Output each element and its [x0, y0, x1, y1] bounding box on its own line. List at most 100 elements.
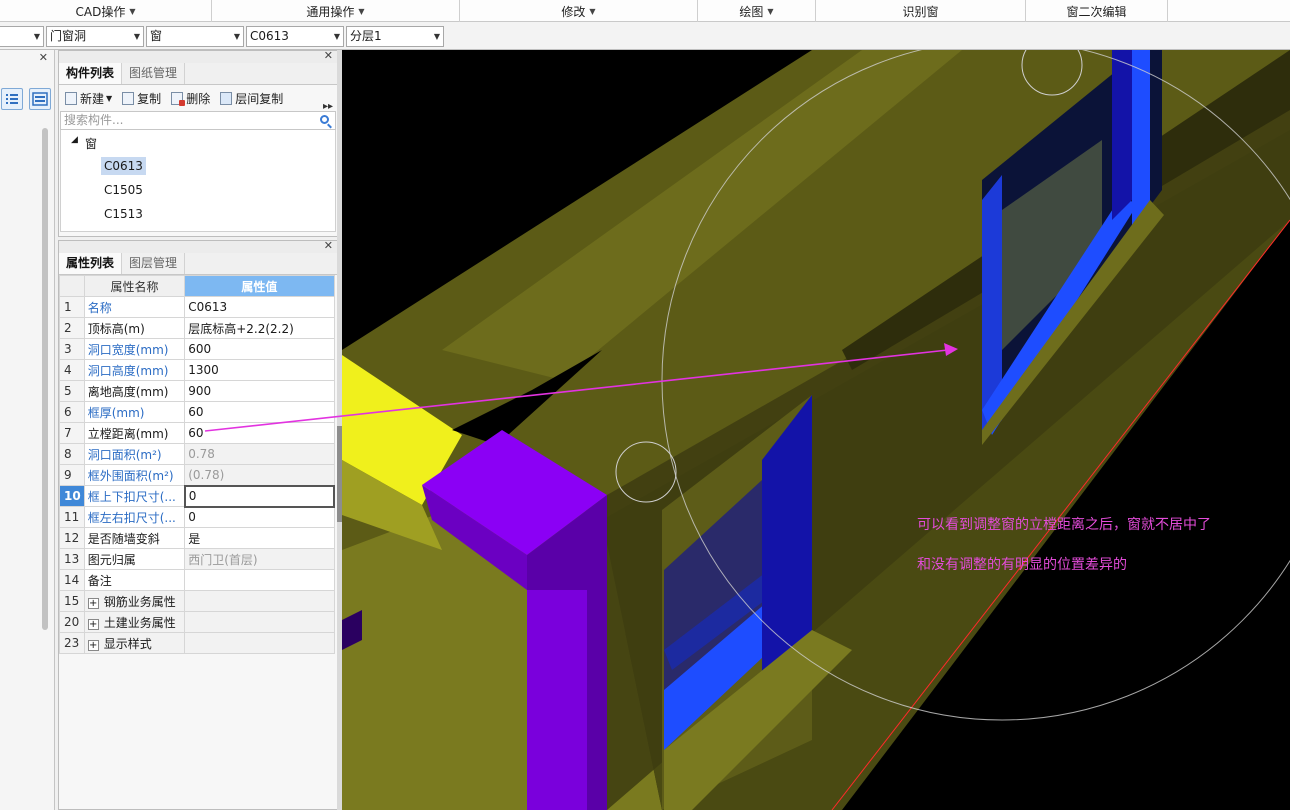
- property-group-value: [184, 632, 335, 654]
- property-row[interactable]: 3 洞口宽度(mm) 600: [59, 338, 335, 360]
- category-combo[interactable]: 门窗洞 ▼: [46, 26, 144, 47]
- layer-combo-value: 分层1: [350, 29, 382, 43]
- row-number-header: [59, 275, 85, 297]
- collapse-icon[interactable]: ◢: [71, 135, 78, 145]
- property-value[interactable]: 1300: [184, 359, 335, 381]
- row-number: 12: [59, 527, 85, 549]
- property-value[interactable]: 是: [184, 527, 335, 549]
- property-row[interactable]: 6 框厚(mm) 60: [59, 401, 335, 423]
- tab-component-list[interactable]: 构件列表: [59, 63, 123, 84]
- row-number: 8: [59, 443, 85, 465]
- property-value[interactable]: 60: [184, 422, 335, 444]
- expand-icon[interactable]: +: [87, 639, 99, 651]
- expand-icon[interactable]: +: [87, 597, 99, 609]
- property-row[interactable]: 12 是否随墙变斜是: [59, 527, 335, 549]
- property-list-panel: ✕ 属性列表 图层管理 属性名称 属性值 1 名称 C0613 2 顶标高(m) 层底标高…: [58, 239, 338, 810]
- property-name: 是否随墙变斜: [83, 527, 186, 549]
- property-row[interactable]: 4 洞口高度(mm) 1300: [59, 359, 335, 381]
- property-row[interactable]: 11 框左右扣尺寸(... 0: [59, 506, 335, 528]
- floor-copy-button[interactable]: 层间复制: [220, 90, 283, 107]
- property-row[interactable]: 9 框外围面积(m²) (0.78): [59, 464, 335, 486]
- property-row[interactable]: 14 备注: [59, 569, 335, 591]
- detail-view-icon[interactable]: [29, 88, 51, 110]
- property-grid: 属性名称 属性值 1 名称 C0613 2 顶标高(m) 层底标高+2.2(2.2) 3 洞口…: [59, 275, 336, 654]
- search-icon[interactable]: [320, 115, 329, 124]
- chevron-down-icon: ▼: [133, 32, 140, 41]
- tree-item-c1513[interactable]: C1513: [104, 207, 143, 221]
- close-icon[interactable]: ✕: [324, 49, 333, 62]
- tab-drawing-management[interactable]: 图纸管理: [122, 63, 186, 84]
- ribbon-group-cad[interactable]: CAD操作 ▼: [0, 0, 212, 22]
- purple-column-front: [527, 590, 587, 810]
- property-value[interactable]: 600: [184, 338, 335, 360]
- 3d-viewport[interactable]: 可以看到调整窗的立樘距离之后，窗就不居中了 和没有调整的有明显的位置差异的: [342, 50, 1290, 810]
- list-view-icon[interactable]: [1, 88, 23, 110]
- 3d-model-view[interactable]: [342, 50, 1290, 810]
- scrollbar[interactable]: [42, 128, 48, 630]
- copy-button[interactable]: 复制: [122, 90, 161, 107]
- property-value[interactable]: [184, 569, 335, 591]
- category-combo-value: 门窗洞: [50, 29, 87, 43]
- property-row[interactable]: 7 立樘距离(mm) 60: [59, 422, 335, 444]
- property-group-row[interactable]: 23 + 显示样式: [59, 632, 335, 654]
- chevron-down-icon: ▼: [433, 32, 440, 41]
- tree-item-c1505[interactable]: C1505: [104, 183, 143, 197]
- property-row[interactable]: 2 顶标高(m) 层底标高+2.2(2.2): [59, 317, 335, 339]
- ribbon-group-draw[interactable]: 绘图 ▼: [698, 0, 816, 22]
- property-value[interactable]: C0613: [184, 296, 335, 318]
- layer-combo[interactable]: 分层1 ▼: [346, 26, 444, 47]
- property-value[interactable]: 0.78: [184, 443, 335, 465]
- tree-root-window[interactable]: 窗: [85, 135, 97, 152]
- property-group-row[interactable]: 15 + 钢筋业务属性: [59, 590, 335, 612]
- close-icon[interactable]: ✕: [324, 239, 333, 252]
- row-number: 4: [59, 359, 85, 381]
- property-value[interactable]: 900: [184, 380, 335, 402]
- component-combo[interactable]: C0613 ▼: [246, 26, 344, 47]
- new-button[interactable]: 新建 ▼: [65, 90, 112, 107]
- delete-button[interactable]: 删除: [171, 90, 210, 107]
- chevron-down-icon: ▼: [767, 6, 774, 16]
- property-group-name: 钢筋业务属性: [103, 594, 176, 609]
- property-name: 洞口面积(m²): [83, 443, 186, 465]
- ribbon-group-general[interactable]: 通用操作 ▼: [212, 0, 460, 22]
- copy-button-label: 复制: [137, 91, 162, 106]
- property-value[interactable]: (0.78): [184, 464, 335, 486]
- row-number: 14: [59, 569, 85, 591]
- component-search-input[interactable]: 搜索构件...: [60, 111, 336, 130]
- property-value[interactable]: 层底标高+2.2(2.2): [184, 317, 335, 339]
- property-row[interactable]: 10 框上下扣尺寸(... 0: [59, 484, 336, 508]
- property-group-value: [184, 611, 335, 633]
- close-icon[interactable]: ✕: [39, 51, 48, 64]
- property-group-row[interactable]: 20 + 土建业务属性: [59, 611, 335, 633]
- property-row[interactable]: 13 图元归属 西门卫(首层): [59, 548, 335, 570]
- tab-layer-management[interactable]: 图层管理: [122, 253, 186, 274]
- ribbon-group-general-label: 通用操作: [306, 4, 355, 19]
- tab-property-list[interactable]: 属性列表: [59, 253, 123, 274]
- property-rows: 1 名称 C0613 2 顶标高(m) 层底标高+2.2(2.2) 3 洞口宽度(mm) 600…: [59, 296, 336, 654]
- component-combo-value: C0613: [250, 29, 289, 43]
- ribbon-group-modify[interactable]: 修改 ▼: [460, 0, 698, 22]
- property-row[interactable]: 1 名称 C0613: [59, 296, 335, 318]
- ribbon-group-identify-window[interactable]: 识别窗: [816, 0, 1026, 22]
- tree-item-c0613[interactable]: C0613: [101, 157, 146, 175]
- property-group-value: [184, 590, 335, 612]
- floor-combo[interactable]: ▼: [0, 26, 44, 47]
- type-combo[interactable]: 窗 ▼: [146, 26, 244, 47]
- property-row[interactable]: 8 洞口面积(m²) 0.78: [59, 443, 335, 465]
- upper-window-jamb: [1112, 50, 1132, 220]
- row-number: 6: [59, 401, 85, 423]
- component-tree: ◢ 窗 C0613 C1505 C1513: [60, 130, 336, 232]
- property-value[interactable]: 0: [183, 484, 336, 508]
- ribbon-group-window-edit[interactable]: 窗二次编辑: [1026, 0, 1168, 22]
- property-name-header: 属性名称: [83, 275, 186, 297]
- property-value[interactable]: 60: [184, 401, 335, 423]
- row-number: 2: [59, 317, 85, 339]
- new-document-icon: [65, 91, 77, 105]
- row-number: 10: [59, 485, 85, 507]
- property-value[interactable]: 0: [184, 506, 335, 528]
- expand-icon[interactable]: +: [87, 618, 99, 630]
- property-row[interactable]: 5 离地高度(mm) 900: [59, 380, 335, 402]
- property-value[interactable]: 西门卫(首层): [184, 548, 335, 570]
- copy-icon: [122, 91, 135, 105]
- property-name: 立樘距离(mm): [83, 422, 186, 444]
